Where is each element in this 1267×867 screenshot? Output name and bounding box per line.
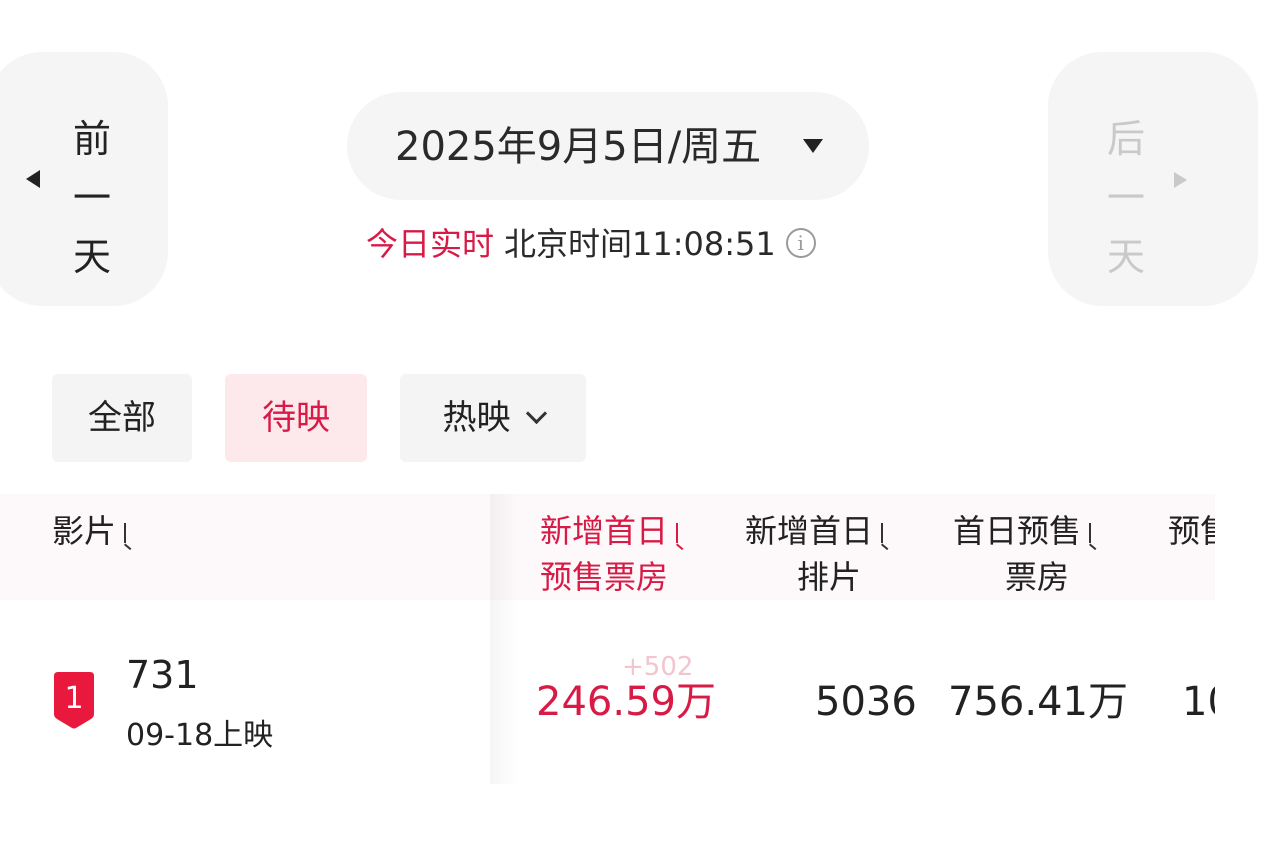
info-icon[interactable]: i — [785, 228, 816, 258]
tab-upcoming-label: 待映 — [262, 398, 330, 438]
beijing-time: 北京时间11:08:51 — [504, 225, 776, 263]
header-line: 首日预售 — [953, 512, 1082, 550]
new-first-day-presale-value: 246.59万 — [536, 679, 716, 725]
caret-down-icon — [803, 139, 823, 153]
prev-day-label: 前一天 — [72, 117, 111, 279]
film-release-date: 09-18上映 — [126, 718, 274, 753]
header-presale[interactable]: 预售 — [1168, 508, 1215, 554]
rank-badge: 1 — [54, 672, 94, 729]
presale-cell: 10 — [1182, 679, 1215, 725]
tab-upcoming[interactable]: 待映 — [225, 374, 367, 462]
prev-day-button[interactable]: 前一天 — [0, 52, 168, 306]
header-new-first-day-screenings[interactable]: 新增首日 排片 — [745, 508, 884, 600]
sort-icon — [124, 523, 127, 543]
tab-showing[interactable]: 热映 — [400, 374, 586, 462]
tab-all[interactable]: 全部 — [52, 374, 192, 462]
sort-icon — [676, 523, 679, 543]
caret-left-icon — [26, 170, 40, 188]
column-divider-shadow — [490, 494, 518, 784]
header-line: 新增首日 — [745, 512, 874, 550]
date-value: 2025年9月5日/周五 — [395, 124, 762, 170]
header-line: 预售票房 — [540, 558, 669, 596]
header-line: 票房 — [1005, 558, 1070, 596]
film-title: 731 — [126, 653, 199, 697]
chevron-down-icon — [525, 402, 547, 425]
header-line: 预售 — [1168, 512, 1215, 550]
next-day-label: 后一天 — [1106, 117, 1145, 279]
realtime-status: 今日实时 北京时间11:08:51 i — [366, 222, 816, 266]
tab-showing-label: 热映 — [442, 398, 511, 438]
new-first-day-screenings-value: 5036 — [815, 679, 917, 725]
header-film-label: 影片 — [52, 512, 117, 550]
realtime-tag: 今日实时 — [366, 225, 495, 263]
date-picker[interactable]: 2025年9月5日/周五 — [347, 92, 869, 200]
first-day-presale-value: 756.41万 — [948, 679, 1128, 725]
header-new-first-day-presale[interactable]: 新增首日 预售票房 — [540, 508, 679, 600]
sort-icon — [1089, 523, 1092, 543]
sort-icon — [881, 523, 884, 543]
header-line: 排片 — [797, 558, 862, 596]
caret-right-icon — [1174, 172, 1187, 188]
rank-number: 1 — [64, 681, 83, 716]
header-first-day-presale[interactable]: 首日预售 票房 — [953, 508, 1092, 600]
next-day-button[interactable]: 后一天 — [1048, 52, 1258, 306]
tab-all-label: 全部 — [88, 398, 156, 438]
header-film[interactable]: 影片 — [52, 508, 127, 554]
header-line: 新增首日 — [540, 512, 669, 550]
clipped-column: 预售 10 — [1168, 500, 1215, 800]
